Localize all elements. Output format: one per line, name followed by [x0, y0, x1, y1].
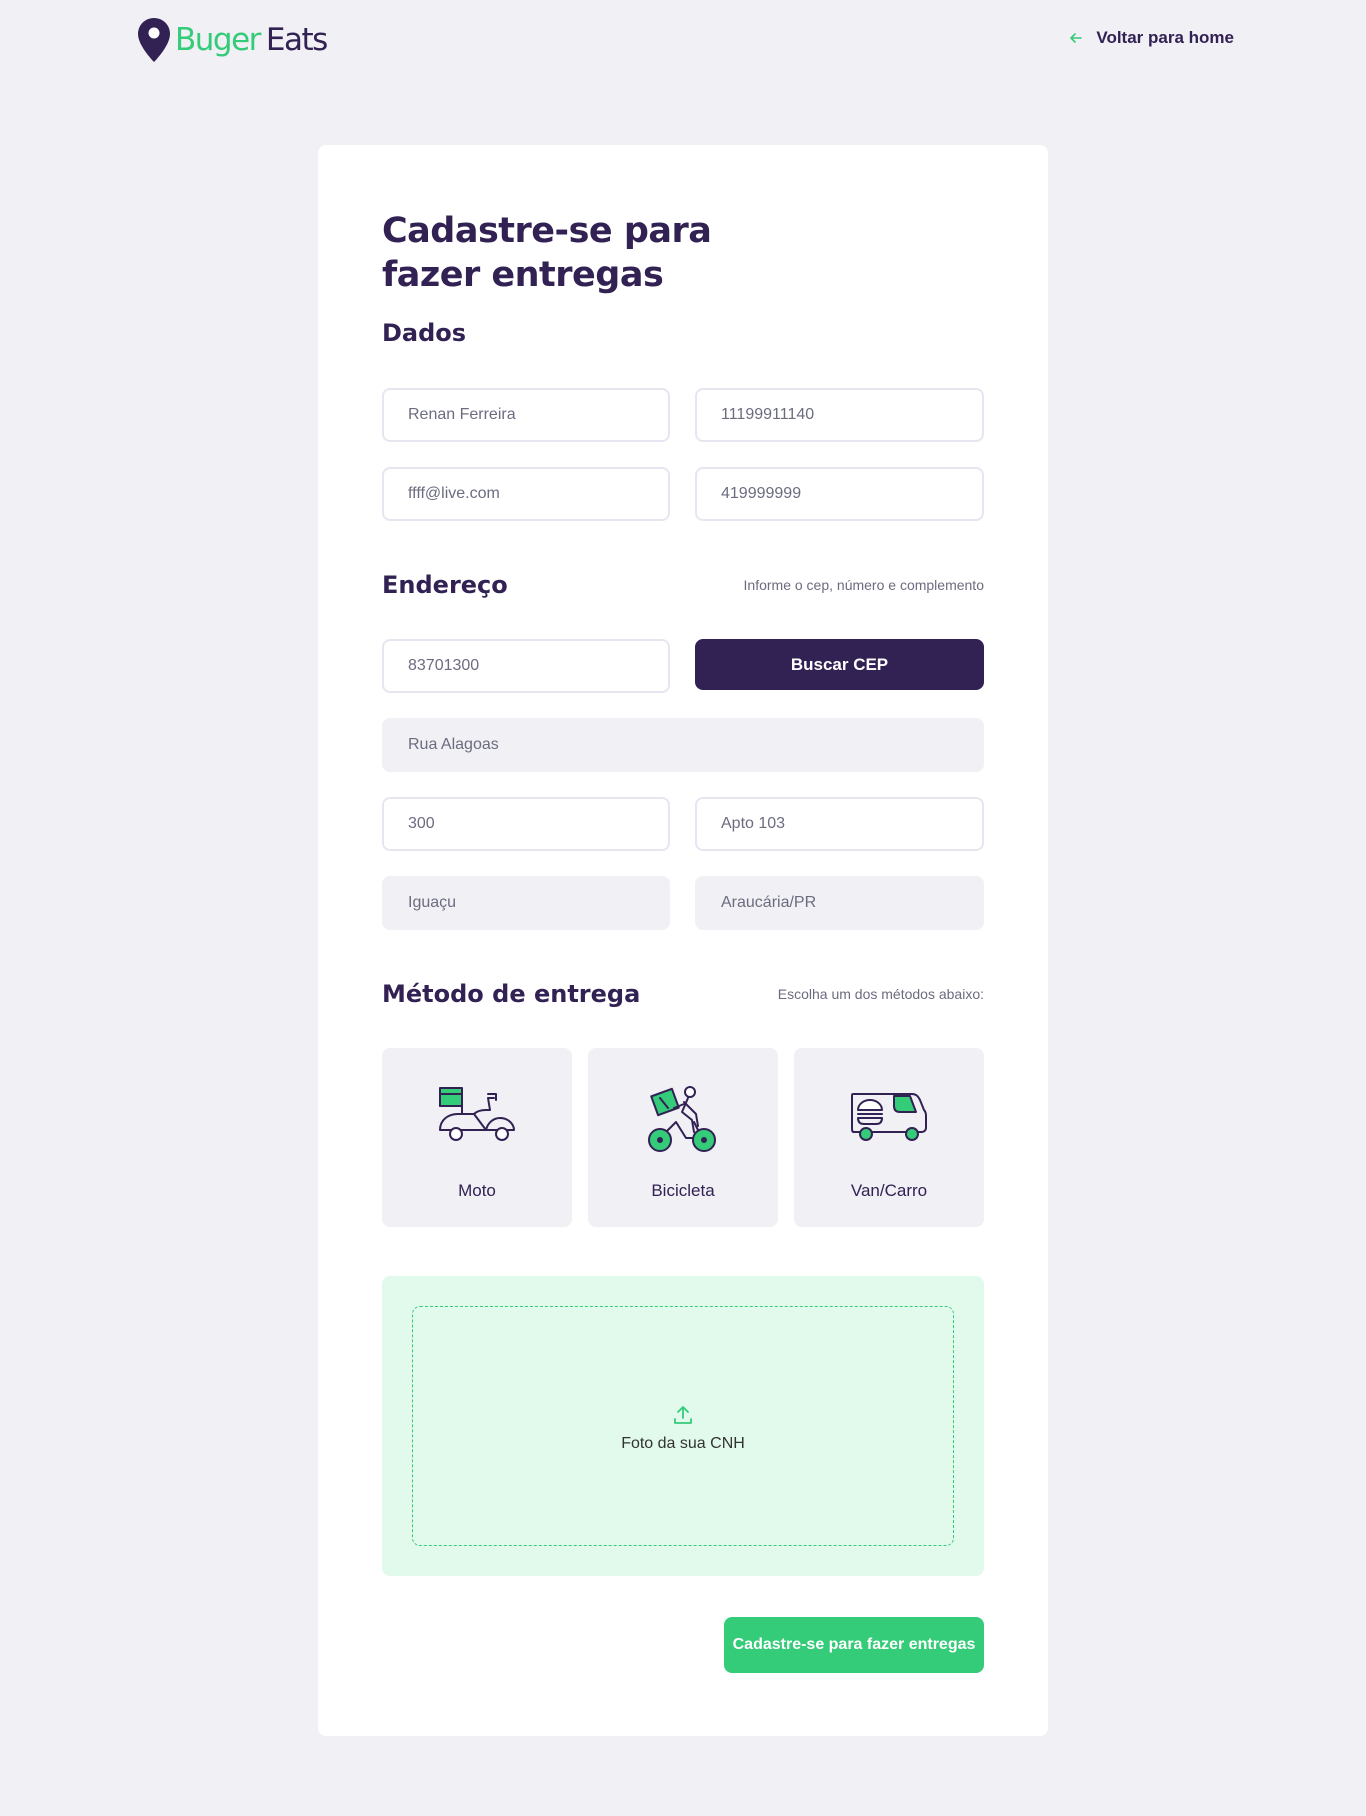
arrow-left-icon	[1070, 33, 1083, 43]
buscar-cep-button[interactable]: Buscar CEP	[695, 639, 984, 690]
street-field[interactable]	[382, 718, 984, 772]
cnh-dropzone[interactable]: Foto da sua CNH	[382, 1276, 984, 1576]
submit-button[interactable]: Cadastre-se para fazer entregas	[724, 1617, 984, 1673]
city-state-field[interactable]	[695, 876, 984, 930]
section-title-dados: Dados	[382, 319, 467, 347]
number-field[interactable]	[382, 797, 670, 851]
cpf-field[interactable]	[695, 388, 984, 442]
back-to-home-link[interactable]: Voltar para home	[1068, 28, 1234, 48]
endereco-hint: Informe o cep, número e complemento	[743, 577, 984, 593]
dropzone-label: Foto da sua CNH	[621, 1435, 745, 1452]
upload-icon	[674, 1406, 692, 1424]
delivery-method-label: Moto	[458, 1181, 496, 1200]
section-title-metodo: Método de entrega	[382, 980, 641, 1008]
back-to-home-label: Voltar para home	[1096, 28, 1234, 47]
delivery-method-label: Bicicleta	[651, 1181, 715, 1200]
delivery-method-van[interactable]: Van/Carro	[794, 1048, 984, 1227]
scooter-icon	[439, 1087, 515, 1141]
metodo-hint: Escolha um dos métodos abaixo:	[777, 986, 984, 1002]
name-field[interactable]	[382, 388, 670, 442]
logo-text-eats: Eats	[265, 22, 328, 58]
logo-text-buger: Buger	[175, 22, 261, 58]
logo-text: Buger Eats	[175, 17, 328, 63]
complement-field[interactable]	[695, 797, 984, 851]
cep-field[interactable]	[382, 639, 670, 693]
dropzone-border: Foto da sua CNH	[412, 1306, 954, 1546]
page-title: Cadastre-se para fazer entregas	[382, 211, 712, 295]
logo[interactable]: Buger Eats	[137, 17, 328, 63]
whatsapp-field[interactable]	[695, 467, 984, 521]
delivery-method-bicicleta[interactable]: Bicicleta	[588, 1048, 778, 1227]
signup-card: Cadastre-se para fazer entregas Dados En…	[318, 145, 1048, 1736]
delivery-method-label: Van/Carro	[850, 1181, 928, 1200]
van-icon	[851, 1093, 927, 1141]
district-field[interactable]	[382, 876, 670, 930]
section-title-endereco: Endereço	[382, 571, 508, 599]
bicycle-icon	[648, 1086, 716, 1152]
delivery-method-moto[interactable]: Moto	[382, 1048, 572, 1227]
location-pin-icon	[138, 18, 170, 62]
email-field[interactable]	[382, 467, 670, 521]
header: Buger Eats Voltar para home	[0, 0, 1366, 80]
